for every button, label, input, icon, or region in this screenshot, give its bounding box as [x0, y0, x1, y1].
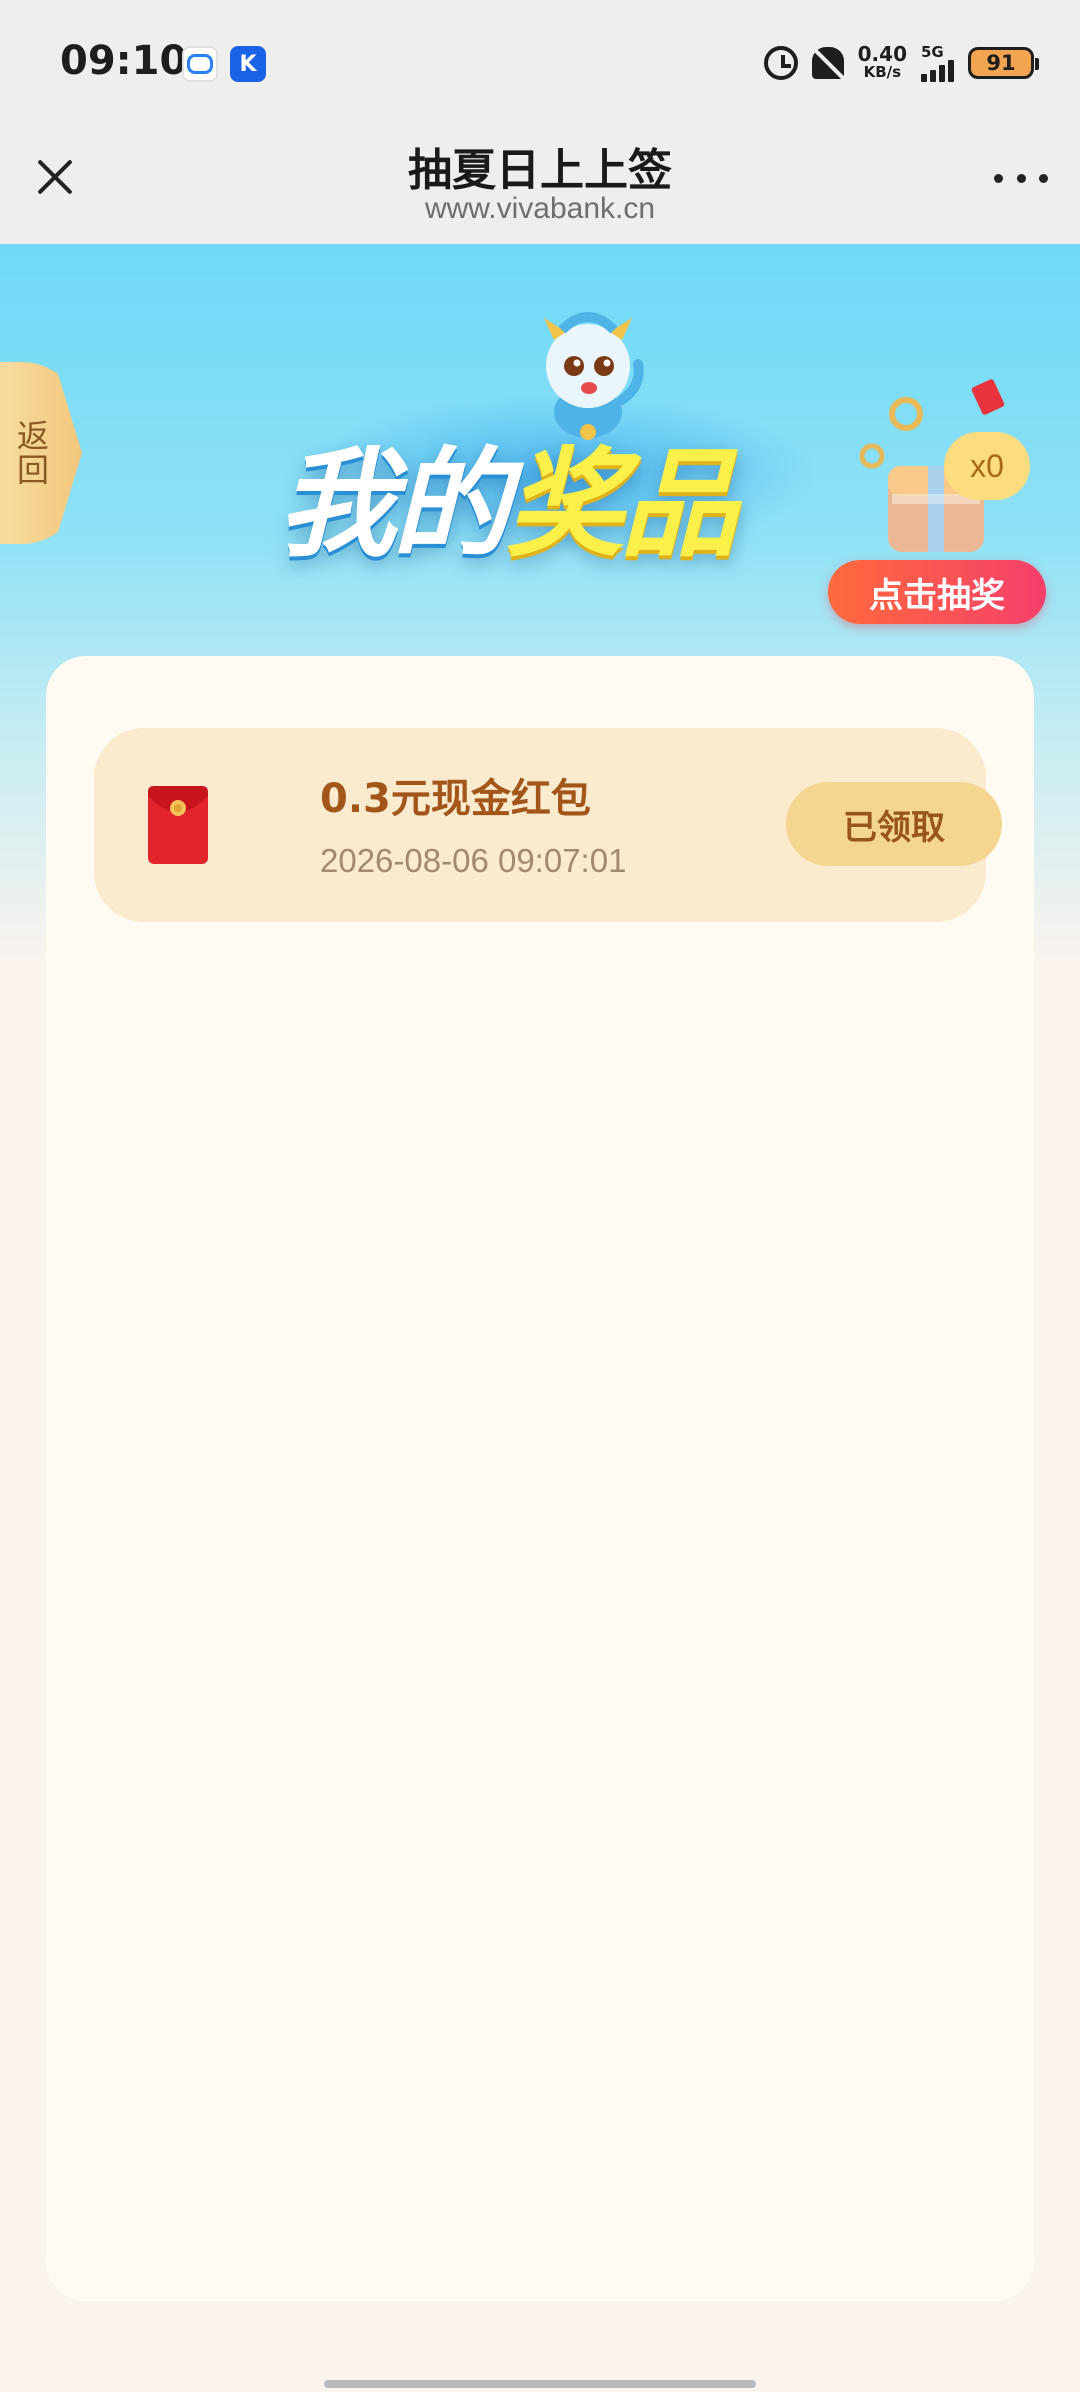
network-speed-value: 0.40: [857, 42, 907, 66]
back-button-label: 返回: [12, 419, 50, 487]
battery-icon: 91: [968, 47, 1039, 79]
mute-bell-icon: [811, 47, 844, 79]
network-speed: 0.40 KB/s: [857, 42, 907, 81]
network-type: 5G: [921, 43, 944, 61]
status-bar: 09:10 K 0.40 KB/s 5G 91: [0, 0, 1080, 128]
page-title: 抽夏日上上签: [408, 145, 672, 196]
banner-title-part2: 奖品: [506, 434, 738, 573]
status-icons: 0.40 KB/s 5G 91: [763, 40, 1039, 86]
status-time: 09:10: [60, 38, 188, 84]
prize-time: 2026-08-06 09:07:01: [320, 842, 627, 879]
signal-indicator: 5G: [921, 44, 954, 82]
claimed-button[interactable]: 已领取: [786, 782, 1002, 866]
home-indicator[interactable]: [324, 2380, 756, 2388]
k-app-icon: K: [230, 46, 266, 82]
banner-title: 我的 奖品: [278, 418, 838, 573]
message-app-icon: [182, 46, 218, 82]
banner-title-part1: 我的: [278, 434, 510, 573]
alarm-icon: [763, 46, 798, 80]
red-envelope-icon: [148, 786, 208, 864]
draw-count-badge: x0: [944, 432, 1030, 500]
prize-list-card: 0.3元现金红包 2026-08-06 09:07:01 已领取: [46, 656, 1034, 2301]
prize-list-item: 0.3元现金红包 2026-08-06 09:07:01 已领取: [94, 728, 1002, 922]
network-speed-unit: KB/s: [863, 63, 902, 81]
draw-lottery-button[interactable]: 点击抽奖: [828, 560, 1046, 624]
prize-name: 0.3元现金红包: [320, 776, 591, 822]
title-bar: 抽夏日上上签 www.vivabank.cn: [0, 128, 1080, 244]
signal-bars-icon: [921, 60, 954, 82]
page-url: www.vivabank.cn: [424, 192, 656, 225]
more-options-button[interactable]: [994, 168, 1048, 188]
